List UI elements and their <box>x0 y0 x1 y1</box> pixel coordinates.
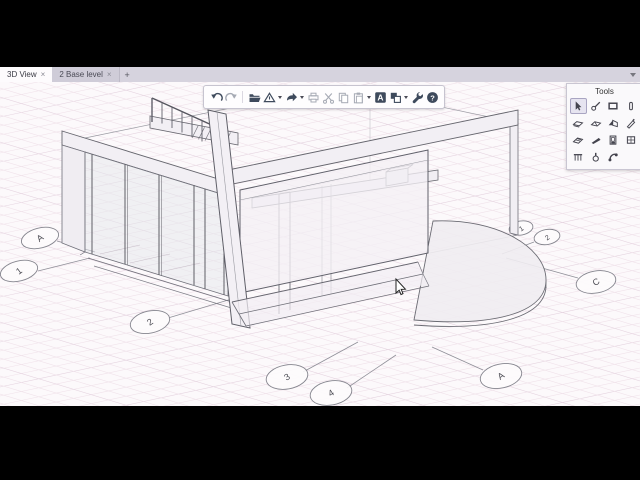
tab-3d-view[interactable]: 3D View × <box>0 67 53 82</box>
tools-panel: Tools <box>566 83 640 170</box>
tab-base-level[interactable]: 2 Base level × <box>52 67 120 82</box>
open-project-icon <box>249 93 260 102</box>
axis-bubble: 2 <box>533 228 561 246</box>
copy-properties-button[interactable] <box>388 89 402 105</box>
print-button[interactable] <box>306 89 320 105</box>
pencil-tool-icon <box>626 118 635 129</box>
undo-icon <box>210 92 223 101</box>
text-style-button[interactable]: A <box>373 89 387 105</box>
tool-select[interactable] <box>570 98 587 114</box>
copy-properties-dropdown-caret[interactable] <box>404 95 408 99</box>
tab-label: 3D View <box>7 70 37 79</box>
roof-tool-icon <box>608 119 619 128</box>
cut-icon <box>322 92 334 104</box>
letterbox-bottom <box>0 406 640 480</box>
open-project-button[interactable] <box>247 89 261 105</box>
chevron-down-icon <box>630 72 636 77</box>
scene-canvas[interactable]: A 21 1234AC <box>0 82 640 406</box>
share-icon <box>286 92 297 101</box>
railing-tool-icon <box>574 154 583 161</box>
tool-roof[interactable] <box>605 115 622 131</box>
axis-bubble: C <box>575 270 617 294</box>
tool-pen[interactable] <box>588 98 605 114</box>
tool-slab[interactable] <box>588 115 605 131</box>
settings-wrench-icon <box>412 91 423 103</box>
paste-icon <box>353 92 363 103</box>
tool-wall[interactable] <box>605 98 622 114</box>
axis-bubble: 2 <box>129 310 171 334</box>
text-style-icon: A <box>374 91 386 103</box>
export-button[interactable] <box>262 89 276 105</box>
copy-properties-icon <box>390 92 401 103</box>
wall-end <box>61 144 86 253</box>
screen: 3D View × 2 Base level × + A21 1 2 3 4 A… <box>0 0 640 480</box>
floor-tool-icon <box>572 121 584 128</box>
export-dropdown-caret[interactable] <box>278 95 282 99</box>
undo-button[interactable] <box>209 89 223 105</box>
paste-button[interactable] <box>351 89 365 105</box>
slab-tool-icon <box>590 121 602 127</box>
tools-grid <box>570 98 639 165</box>
ramp-tool-icon <box>591 137 601 144</box>
svg-text:?: ? <box>430 93 435 102</box>
app-window: 3D View × 2 Base level × + A21 1 2 3 4 A… <box>0 67 640 406</box>
pen-tool-icon <box>590 101 600 111</box>
close-icon[interactable]: × <box>41 70 46 79</box>
copy-button[interactable] <box>336 89 350 105</box>
viewport-3d[interactable]: A21 1 2 3 4 A C A ? Tools <box>0 82 640 406</box>
svg-text:A: A <box>377 92 383 102</box>
help-icon: ? <box>426 91 438 103</box>
wall-tool-icon <box>608 102 618 110</box>
tool-ramp[interactable] <box>588 132 605 148</box>
window-tool-icon <box>626 136 635 144</box>
settings-button[interactable] <box>410 89 424 105</box>
redo-icon <box>224 92 237 101</box>
new-tab-button[interactable]: + <box>120 67 135 82</box>
print-icon <box>308 92 318 102</box>
tool-railing[interactable] <box>570 149 587 165</box>
paste-dropdown-caret[interactable] <box>367 95 371 99</box>
copy-icon <box>338 92 348 103</box>
tab-label: 2 Base level <box>59 70 103 79</box>
close-icon[interactable]: × <box>107 70 112 79</box>
tab-bar: 3D View × 2 Base level × + <box>0 67 640 83</box>
axis-bubble: 3 <box>265 364 309 390</box>
door-tool-icon <box>609 135 617 145</box>
tab-overflow-button[interactable] <box>626 67 640 82</box>
letterbox-top <box>0 0 640 67</box>
share-dropdown-caret[interactable] <box>300 95 304 99</box>
select-cursor-icon <box>575 101 582 111</box>
export-icon <box>262 91 276 102</box>
hand-tool-icon <box>592 152 599 162</box>
tool-pencil[interactable] <box>623 115 640 131</box>
glass-wall <box>79 151 239 311</box>
right-wall-edge <box>509 122 519 236</box>
tool-hand[interactable] <box>588 149 605 165</box>
stair-tool-icon <box>572 137 584 144</box>
tool-door[interactable] <box>605 132 622 148</box>
cut-button[interactable] <box>321 89 335 105</box>
toolbar-separator <box>242 91 243 103</box>
building-model[interactable] <box>61 91 547 329</box>
tool-fixture[interactable] <box>605 149 622 165</box>
axis-bubble: A <box>20 226 60 250</box>
tool-floor[interactable] <box>570 115 587 131</box>
tool-stair[interactable] <box>570 132 587 148</box>
tool-column[interactable] <box>623 98 640 114</box>
main-toolbar: A ? <box>203 85 445 109</box>
tools-panel-title: Tools <box>595 87 614 96</box>
tool-window[interactable] <box>623 132 640 148</box>
fixture-tool-icon <box>608 153 618 162</box>
column-tool-icon <box>628 101 633 111</box>
share-button[interactable] <box>284 89 298 105</box>
help-button[interactable]: ? <box>425 89 439 105</box>
redo-button[interactable] <box>224 89 238 105</box>
